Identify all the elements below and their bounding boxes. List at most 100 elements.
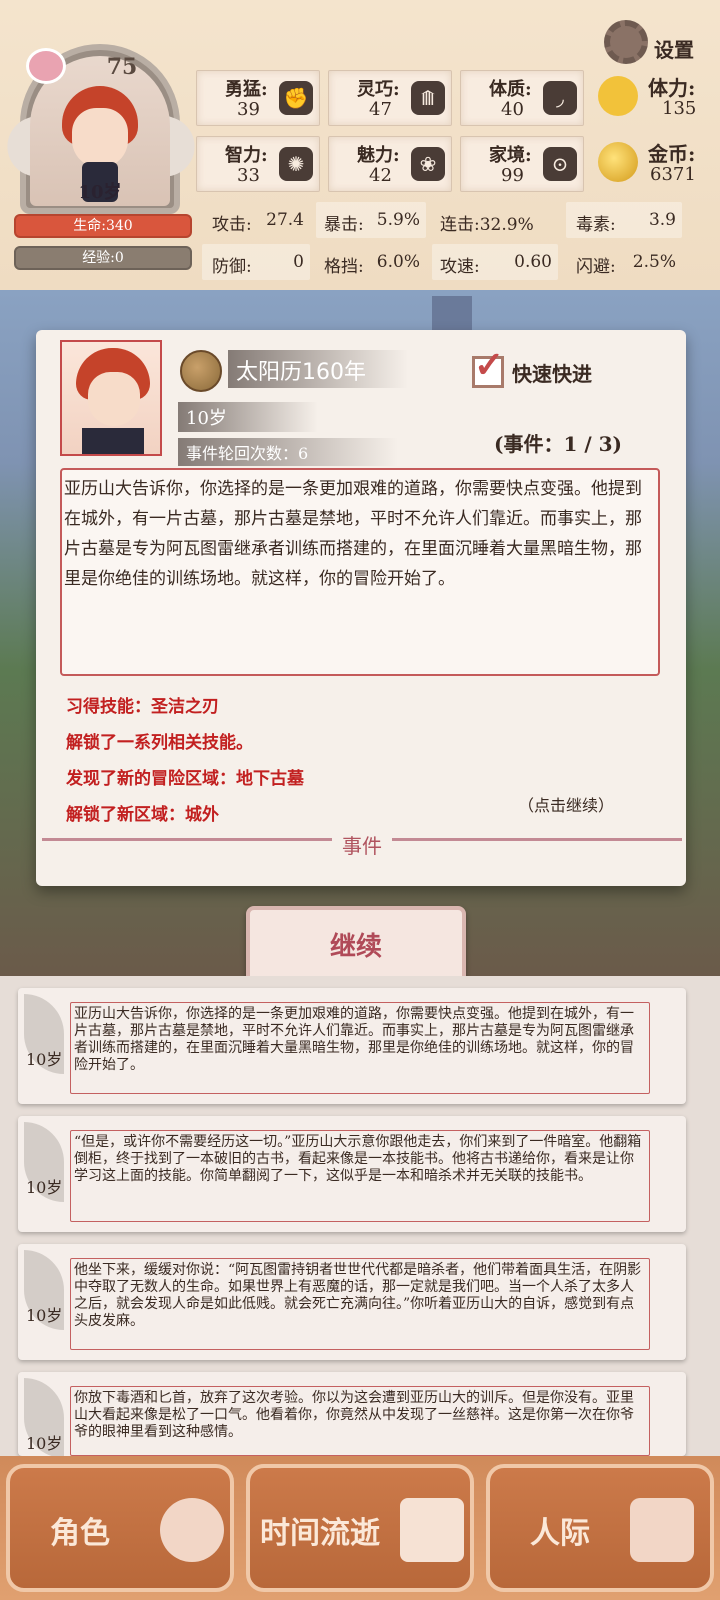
combat-label: 攻速:	[440, 257, 480, 277]
fist-icon: ✊	[279, 81, 313, 115]
combat-stat-crit: 暴击: 5.9%	[316, 202, 426, 238]
history-list[interactable]: 10岁 亚历山大告诉你，你选择的是一条更加艰难的道路，你需要快点变强。他提到在城…	[0, 976, 720, 1458]
history-item[interactable]: 10岁 亚历山大告诉你，你选择的是一条更加艰难的道路，你需要快点变强。他提到在城…	[18, 988, 686, 1104]
combat-stat-defense: 防御: 0	[202, 244, 310, 280]
people-icon	[630, 1498, 694, 1562]
history-text: “但是，或许你不需要经历这一切。”亚历山大示意你跟他走去，你们来到了一件暗室。他…	[74, 1134, 642, 1184]
history-item[interactable]: 10岁 你放下毒酒和匕首，放弃了这次考验。你以为这会遭到亚历山大的训斥。但是你没…	[18, 1372, 686, 1458]
attr-value: 47	[369, 99, 392, 120]
year-label: 太阳历160年	[236, 360, 366, 385]
event-panel[interactable]: 太阳历160年 ✓ 快速快进 10岁 事件轮回次数：6 (事件：1 / 3) 亚…	[36, 330, 686, 886]
story-text: 亚历山大告诉你，你选择的是一条更加艰难的道路，你需要快点变强。他提到在城外，有一…	[64, 479, 642, 589]
combat-stat-attack: 攻击: 27.4	[202, 202, 310, 238]
click-to-continue[interactable]: （点击继续）	[518, 792, 614, 816]
attr-card-constitution: 体质: 40 ◞	[460, 70, 584, 126]
attr-card-charm: 魅力: 42 ❀	[328, 136, 452, 192]
exp-bar: 经验:0	[14, 246, 192, 270]
combat-value: 3.9	[648, 210, 676, 230]
history-age: 10岁	[26, 1306, 63, 1325]
history-item[interactable]: 10岁 “但是，或许你不需要经历这一切。”亚历山大示意你跟他走去，你们来到了一件…	[18, 1116, 686, 1232]
gear-icon[interactable]	[604, 20, 648, 64]
history-age: 10岁	[26, 1050, 63, 1069]
combat-label: 毒素:	[576, 215, 616, 235]
brain-icon: ✺	[279, 147, 313, 181]
attr-value: 33	[237, 165, 260, 186]
event-cycle-count: 事件轮回次数：6	[186, 444, 309, 463]
character-icon	[160, 1498, 224, 1562]
portrait-collar	[82, 428, 144, 454]
combat-label: 暴击:	[324, 215, 364, 235]
combat-value: 0	[293, 252, 304, 272]
attr-card-bravery: 勇猛: 39 ✊	[196, 70, 320, 126]
nav-label: 时间流逝	[260, 1516, 380, 1551]
combat-label: 格挡:	[324, 257, 364, 277]
combat-value: 5.9%	[376, 210, 420, 230]
combat-label: 闪避:	[576, 257, 616, 277]
lightning-icon	[598, 76, 638, 116]
attr-label: 灵巧:	[357, 79, 400, 100]
history-text: 亚历山大告诉你，你选择的是一条更加艰难的道路，你需要快点变强。他提到在城外，有一…	[74, 1006, 634, 1073]
nav-label: 人际	[530, 1516, 590, 1551]
event-age: 10岁	[186, 408, 227, 429]
attr-value: 42	[369, 165, 392, 186]
nav-time-button[interactable]: 时间流逝	[246, 1464, 474, 1592]
age-label: 10岁	[78, 182, 122, 203]
attr-card-family: 家境: 99 ⊙	[460, 136, 584, 192]
reward-line: 解锁了一系列相关技能。	[66, 733, 253, 753]
combat-value: 27.4	[266, 210, 304, 230]
status-panel: 75 10岁 生命:340 经验:0 设置 勇猛: 39 ✊ 灵巧: 47 ⟰ …	[0, 0, 720, 290]
event-portrait	[60, 340, 162, 456]
cloak-icon: ⟰	[411, 81, 445, 115]
combat-value: 0.60	[514, 252, 552, 272]
combat-label: 防御:	[212, 257, 252, 277]
coin-icon	[598, 142, 638, 182]
combat-value: 2.5%	[632, 252, 676, 272]
bottom-nav: 角色 时间流逝 人际	[0, 1456, 720, 1600]
event-section-label: 事件	[332, 830, 392, 859]
history-age: 10岁	[26, 1434, 63, 1453]
event-progress: (事件：1 / 3)	[494, 432, 622, 456]
hp-bar: 生命:340	[14, 214, 192, 238]
flower-icon: ❀	[411, 147, 445, 181]
attr-label: 魅力:	[357, 145, 400, 166]
hourglass-icon	[400, 1498, 464, 1562]
attr-label: 勇猛:	[225, 79, 268, 100]
attr-label: 家境:	[489, 145, 532, 166]
attr-card-agility: 灵巧: 47 ⟰	[328, 70, 452, 126]
fast-forward-label[interactable]: 快速快进	[512, 358, 592, 387]
reward-line: 解锁了新区域：城外	[66, 805, 219, 825]
avatar-face	[72, 108, 128, 168]
attr-value: 40	[501, 99, 524, 120]
attr-value: 99	[501, 165, 524, 186]
reward-line: 习得技能：圣洁之刃	[66, 697, 219, 717]
history-item[interactable]: 10岁 他坐下来，缓缓对你说：“阿瓦图雷持钥者世世代代都是暗杀者，他们带着面具生…	[18, 1244, 686, 1360]
nav-label: 角色	[50, 1516, 110, 1551]
combat-label: 攻击:	[212, 215, 252, 235]
combat-stat-attack-speed: 攻速: 0.60	[432, 244, 558, 280]
history-text: 你放下毒酒和匕首，放弃了这次考验。你以为这会遭到亚历山大的训斥。但是你没有。亚里…	[74, 1390, 634, 1440]
combat-stat-dodge: 闪避: 2.5%	[566, 244, 682, 280]
combat-stat-combo: 连击:32.9%	[432, 202, 558, 238]
history-age: 10岁	[26, 1178, 63, 1197]
stamina-label: 体力:	[648, 76, 696, 100]
nav-social-button[interactable]: 人际	[486, 1464, 714, 1592]
gold-label: 金币:	[648, 142, 696, 166]
hand-coin-icon: ⊙	[543, 147, 577, 181]
reward-line: 发现了新的冒险区域：地下古墓	[66, 769, 304, 789]
heart-icon	[26, 48, 66, 84]
attr-label: 智力:	[225, 145, 268, 166]
attr-label: 体质:	[489, 79, 532, 100]
gold-value: 6371	[650, 164, 696, 185]
arm-icon: ◞	[543, 81, 577, 115]
combat-label: 连击:32.9%	[440, 215, 534, 235]
settings-button[interactable]: 设置	[654, 34, 694, 63]
portrait-face	[88, 372, 140, 426]
combat-value: 6.0%	[376, 252, 420, 272]
combat-stat-poison: 毒素: 3.9	[566, 202, 682, 238]
attr-card-intelligence: 智力: 33 ✺	[196, 136, 320, 192]
nav-character-button[interactable]: 角色	[6, 1464, 234, 1592]
heart-value: 75	[106, 54, 138, 80]
stamina-value: 135	[662, 98, 697, 119]
combat-stat-block: 格挡: 6.0%	[316, 244, 426, 280]
attr-value: 39	[237, 99, 260, 120]
